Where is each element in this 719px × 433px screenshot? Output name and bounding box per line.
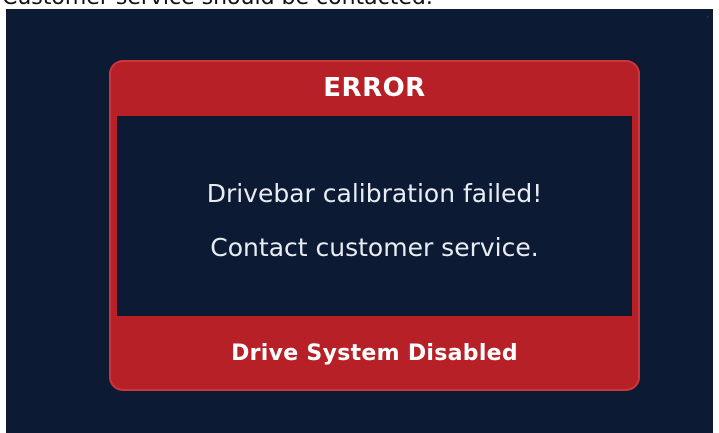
dialog-message: Drivebar calibration failed! Contact cus… <box>117 116 632 316</box>
caption-text: Customer service should be contacted. <box>0 0 719 9</box>
dialog-status: Drive System Disabled <box>231 341 518 366</box>
message-line-2: Contact customer service. <box>210 233 539 262</box>
page: Customer service should be contacted. · … <box>0 0 719 433</box>
dialog-title: ERROR <box>323 73 426 103</box>
device-screen: · ERROR Drivebar calibration failed! Con… <box>6 9 713 433</box>
screen-corner-mark: · <box>706 13 709 22</box>
error-dialog: ERROR Drivebar calibration failed! Conta… <box>109 60 640 391</box>
message-line-1: Drivebar calibration failed! <box>206 179 543 208</box>
